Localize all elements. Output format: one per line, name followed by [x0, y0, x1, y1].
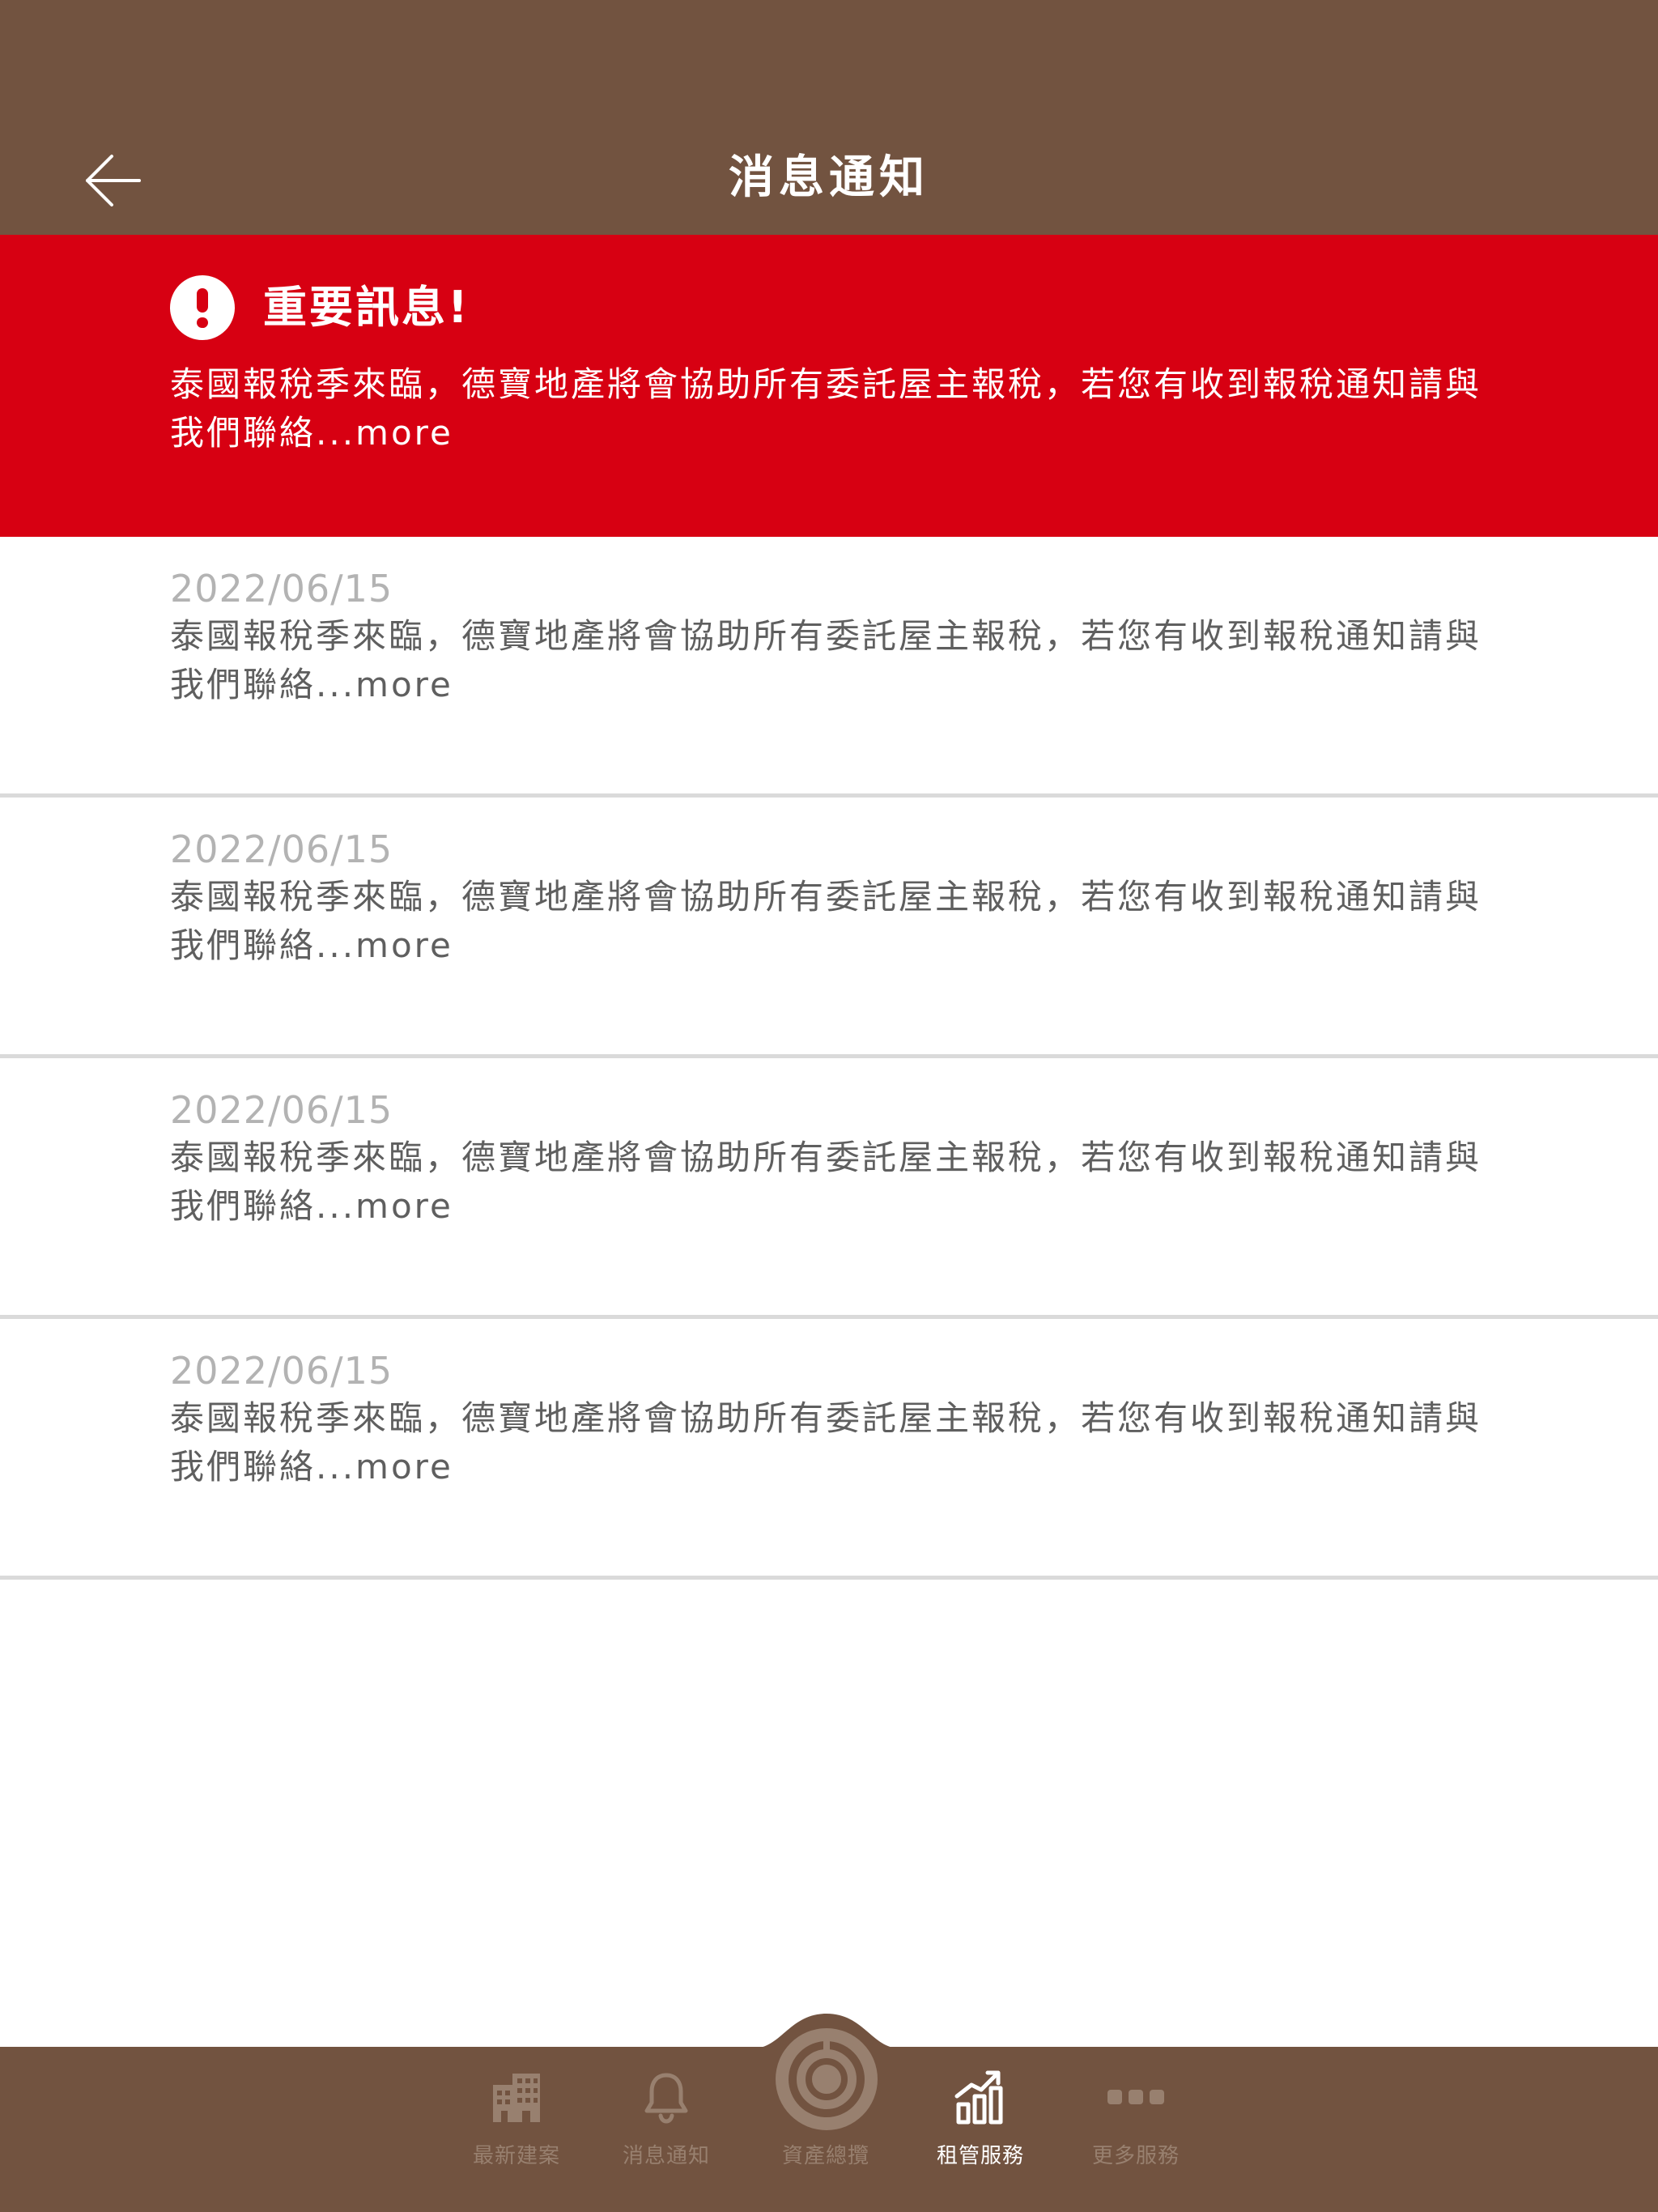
tab-label: 租管服務: [936, 2144, 1024, 2168]
notice-text: 泰國報稅季來臨，德寶地產將會協助所有委託屋主報稅，若您有收到報稅通知請與我們聯絡…: [170, 877, 1482, 965]
notice-text: 泰國報稅季來臨，德寶地產將會協助所有委託屋主報稅，若您有收到報稅通知請與我們聯絡…: [170, 1398, 1482, 1487]
notice-date: 2022/06/15: [170, 1088, 393, 1132]
tab-label: 消息通知: [622, 2144, 710, 2168]
notice-text: 泰國報稅季來臨，德寶地產將會協助所有委託屋主報稅，若您有收到報稅通知請與我們聯絡…: [170, 616, 1482, 704]
notice-date: 2022/06/15: [170, 1349, 393, 1393]
list-item[interactable]: 2022/06/15 泰國報稅季來臨，德寶地產將會協助所有委託屋主報稅，若您有收…: [0, 798, 1658, 1058]
bell-icon: [644, 2073, 688, 2124]
tab-label: 資產總攬: [781, 2144, 869, 2168]
list-item[interactable]: 2022/06/15 泰國報稅季來臨，德寶地產將會協助所有委託屋主報稅，若您有收…: [0, 1058, 1658, 1319]
page-title: 消息通知: [729, 151, 929, 204]
notification-list: 2022/06/15 泰國報稅季來臨，德寶地產將會協助所有委託屋主報稅，若您有收…: [0, 537, 1658, 1580]
tab-asset-overview[interactable]: 資產總攬: [753, 2069, 899, 2190]
tab-label: 更多服務: [1091, 2144, 1180, 2168]
tab-latest-projects[interactable]: 最新建案: [444, 2069, 589, 2190]
alert-title: 重要訊息!: [263, 282, 470, 333]
tab-rental-services[interactable]: 租管服務: [908, 2069, 1053, 2190]
list-item[interactable]: 2022/06/15 泰國報稅季來臨，德寶地產將會協助所有委託屋主報稅，若您有收…: [0, 537, 1658, 798]
alert-message[interactable]: 泰國報稅季來臨，德寶地產將會協助所有委託屋主報稅，若您有收到報稅通知請與我們聯絡…: [170, 360, 1498, 457]
notice-date: 2022/06/15: [170, 567, 393, 610]
exclamation-circle-icon: [170, 275, 235, 340]
list-item[interactable]: 2022/06/15 泰國報稅季來臨，德寶地產將會協助所有委託屋主報稅，若您有收…: [0, 1319, 1658, 1580]
more-dots-icon: [1107, 2090, 1164, 2104]
tab-notifications[interactable]: 消息通知: [593, 2069, 739, 2190]
notice-text: 泰國報稅季來臨，德寶地產將會協助所有委託屋主報稅，若您有收到報稅通知請與我們聯絡…: [170, 1138, 1482, 1226]
tab-more-services[interactable]: 更多服務: [1063, 2069, 1209, 2190]
tab-label: 最新建案: [472, 2144, 560, 2168]
notice-date: 2022/06/15: [170, 827, 393, 871]
growth-chart-icon: [954, 2070, 1003, 2125]
building-icon: [493, 2074, 540, 2122]
